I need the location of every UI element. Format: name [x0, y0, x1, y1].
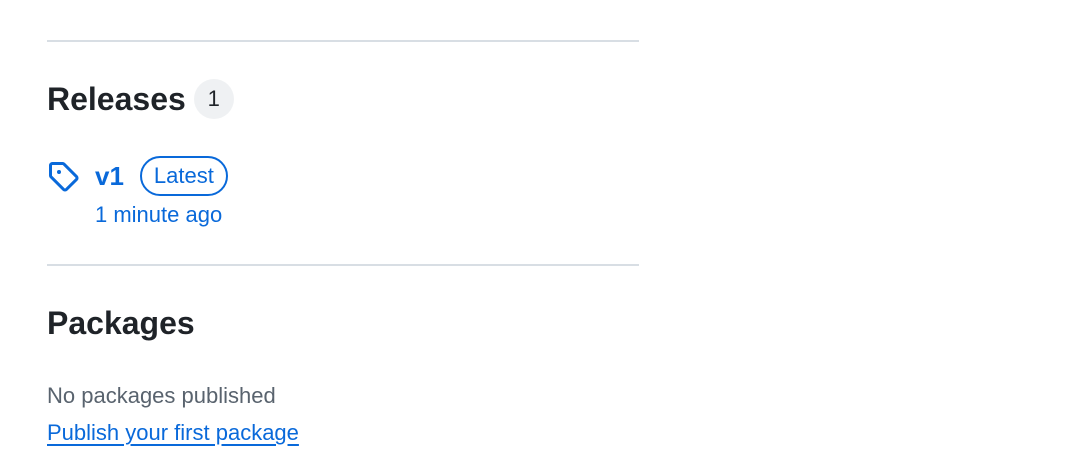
publish-first-package-link[interactable]: Publish your first package: [47, 418, 299, 448]
latest-release-row: v1 Latest: [47, 154, 228, 198]
release-time-link[interactable]: 1 minute ago: [95, 200, 222, 230]
releases-heading-link[interactable]: Releases: [47, 79, 186, 119]
packages-heading: Packages: [47, 303, 195, 343]
releases-heading: Releases 1: [47, 79, 234, 119]
release-name-link[interactable]: v1: [95, 161, 124, 192]
releases-count-badge: 1: [193, 79, 234, 119]
section-divider: [47, 264, 639, 266]
tag-icon: [47, 160, 79, 192]
latest-badge: Latest: [139, 156, 228, 196]
section-divider: [47, 40, 639, 42]
previous-section-remnant: [56, 0, 72, 2]
no-packages-text: No packages published: [47, 383, 276, 408]
packages-heading-link[interactable]: Packages: [47, 303, 195, 343]
sidebar-releases-packages: Releases 1 v1 Latest 1 minute ago Packag…: [0, 0, 1084, 476]
